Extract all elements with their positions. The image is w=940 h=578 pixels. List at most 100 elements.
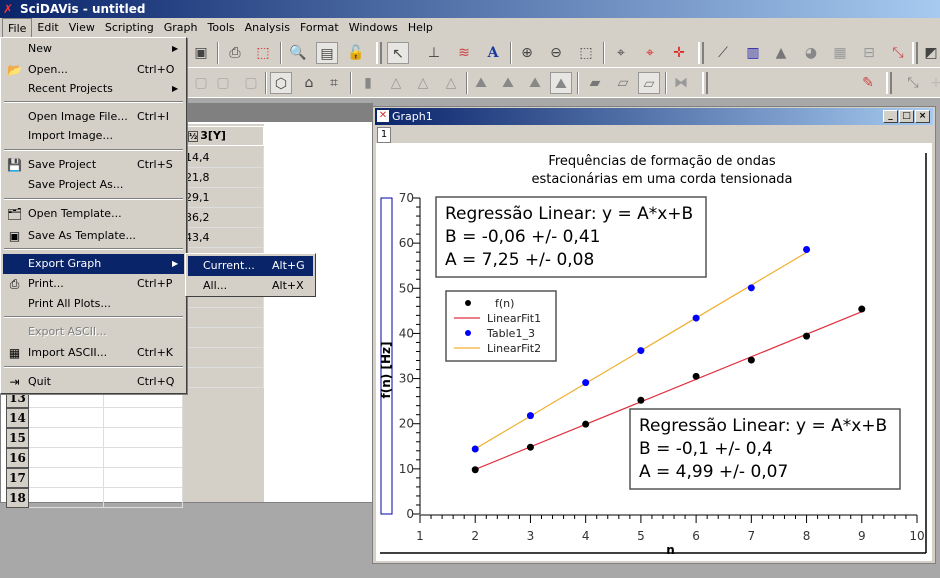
results-log-icon[interactable]: ▤: [316, 42, 338, 64]
menu-help[interactable]: Help: [403, 18, 438, 38]
add-curves-icon[interactable]: ≋: [453, 42, 475, 64]
data-point[interactable]: [471, 445, 479, 453]
zoom-in-icon[interactable]: ⊕: [516, 42, 538, 64]
data-point[interactable]: [582, 379, 590, 387]
table-cell[interactable]: 43,4: [185, 228, 264, 248]
menu-item-save-project-as[interactable]: Save Project As...: [3, 175, 184, 195]
regression-annotation[interactable]: Regressão Linear: y = A*x+B B = -0,06 +/-…: [435, 196, 707, 278]
table-cell[interactable]: [29, 428, 104, 448]
pointer-icon[interactable]: ↖: [387, 42, 409, 64]
menu-item-recent-projects[interactable]: Recent Projects ▶: [3, 79, 184, 99]
menu-item-quit[interactable]: ⇥ Quit Ctrl+Q: [3, 372, 184, 392]
data-point[interactable]: [637, 347, 645, 355]
toolbar-grip[interactable]: [698, 42, 704, 64]
table-cell[interactable]: [29, 468, 104, 488]
menu-graph[interactable]: Graph: [159, 18, 203, 38]
lock-icon[interactable]: 🔓: [345, 42, 367, 64]
cones-3d-icon[interactable]: △: [412, 72, 434, 94]
plot-3d-icon[interactable]: ◩: [920, 42, 940, 64]
add-axes-icon[interactable]: ⊥: [423, 42, 445, 64]
print-icon[interactable]: ⎙: [224, 42, 246, 64]
axes-frame-icon[interactable]: ⌂: [298, 72, 320, 94]
data-point[interactable]: [582, 420, 590, 428]
menu-scripting[interactable]: Scripting: [100, 18, 159, 38]
legend[interactable]: f(n) LinearFit1 Table1_3 LinearFit2: [445, 290, 557, 362]
data-reader-icon[interactable]: ⌖: [639, 42, 661, 64]
box-floor-icon[interactable]: ▢: [212, 72, 234, 94]
maximize-button[interactable]: □: [899, 110, 914, 123]
submenu-item-current[interactable]: Current... Alt+G: [188, 256, 313, 276]
menu-item-new[interactable]: New ▶: [3, 39, 184, 59]
table-cell[interactable]: [185, 328, 264, 348]
box-plot-icon[interactable]: ⊟: [858, 42, 880, 64]
vector-plot-icon[interactable]: ⤡: [887, 42, 909, 64]
table-cell[interactable]: [185, 308, 264, 328]
line-plot-icon[interactable]: ⟋: [712, 42, 734, 64]
toolbar-grip[interactable]: [912, 42, 918, 64]
menu-item-open-template[interactable]: 🗂 Open Template...: [3, 204, 184, 224]
menu-windows[interactable]: Windows: [344, 18, 403, 38]
menu-item-import-image[interactable]: Import Image...: [3, 126, 184, 146]
table-cell[interactable]: [104, 468, 183, 488]
menu-item-print-all-plots[interactable]: Print All Plots...: [3, 294, 184, 314]
data-point[interactable]: [747, 284, 755, 292]
table-cell[interactable]: [104, 408, 183, 428]
menu-view[interactable]: View: [64, 18, 100, 38]
row-header[interactable]: 14: [6, 408, 29, 428]
rescale-icon[interactable]: ⬚: [575, 42, 597, 64]
table-cell[interactable]: [104, 488, 183, 508]
submenu-item-all[interactable]: All... Alt+X: [188, 276, 313, 296]
crosshair-icon[interactable]: ⌖: [610, 42, 632, 64]
table-cell[interactable]: [185, 348, 264, 368]
table-cell[interactable]: 14,4: [185, 148, 264, 168]
close-button[interactable]: ×: [915, 110, 930, 123]
table-cell[interactable]: [29, 448, 104, 468]
menu-file[interactable]: File: [2, 18, 33, 38]
floor-iso-icon[interactable]: ▱: [612, 72, 634, 94]
data-point[interactable]: [803, 332, 811, 340]
regression-annotation[interactable]: Regressão Linear: y = A*x+B B = -0,1 +/- …: [629, 408, 901, 490]
box-axes-icon[interactable]: ⬡: [270, 72, 292, 94]
floor-data-icon[interactable]: ▰: [584, 72, 606, 94]
save-graph-icon[interactable]: ▣: [190, 42, 212, 64]
row-header[interactable]: 15: [6, 428, 29, 448]
polygon-style-icon[interactable]: ⛰: [524, 72, 546, 94]
table-cell[interactable]: [29, 488, 104, 508]
histogram-icon[interactable]: ▦: [829, 42, 851, 64]
minimize-button[interactable]: _: [883, 110, 898, 123]
row-header[interactable]: 18: [6, 488, 29, 508]
bars-3d-icon[interactable]: ▮: [357, 72, 379, 94]
perspective-icon[interactable]: ⧓: [670, 72, 692, 94]
bar-chart-icon[interactable]: ▥: [742, 42, 764, 64]
floor-empty-icon[interactable]: ▱: [638, 72, 660, 94]
menu-item-save-as-template[interactable]: ▣ Save As Template...: [3, 226, 184, 246]
menu-item-save-project[interactable]: 💾 Save Project Ctrl+S: [3, 155, 184, 175]
export-pdf-icon[interactable]: ⬚: [252, 42, 274, 64]
menu-analysis[interactable]: Analysis: [240, 18, 295, 38]
row-header[interactable]: 16: [6, 448, 29, 468]
data-point[interactable]: [747, 356, 755, 364]
data-point[interactable]: [692, 314, 700, 322]
data-point[interactable]: [526, 412, 534, 420]
zoom-out-icon[interactable]: ⊖: [545, 42, 567, 64]
points-3d-icon[interactable]: △: [385, 72, 407, 94]
table-cell[interactable]: [29, 408, 104, 428]
add-icon[interactable]: +: [925, 72, 940, 94]
menu-tools[interactable]: Tools: [203, 18, 240, 38]
explorer-icon[interactable]: 🔍: [287, 42, 309, 64]
menu-item-open-image-file[interactable]: Open Image File... Ctrl+I: [3, 107, 184, 127]
data-point[interactable]: [471, 466, 479, 474]
table-cell[interactable]: [185, 368, 264, 388]
data-point[interactable]: [803, 245, 811, 253]
crosses-3d-icon[interactable]: △: [440, 72, 462, 94]
table-cell[interactable]: 36,2: [185, 208, 264, 228]
data-point[interactable]: [692, 372, 700, 380]
wireframe-icon[interactable]: ⛰: [470, 72, 492, 94]
table-cell[interactable]: 29,1: [185, 188, 264, 208]
area-plot-icon[interactable]: ▲: [770, 42, 792, 64]
hidden-line-icon[interactable]: ⛰: [497, 72, 519, 94]
select-points-icon[interactable]: ✛: [668, 42, 690, 64]
menu-format[interactable]: Format: [295, 18, 344, 38]
menu-edit[interactable]: Edit: [32, 18, 63, 38]
layer-tab-1[interactable]: 1: [377, 127, 391, 143]
